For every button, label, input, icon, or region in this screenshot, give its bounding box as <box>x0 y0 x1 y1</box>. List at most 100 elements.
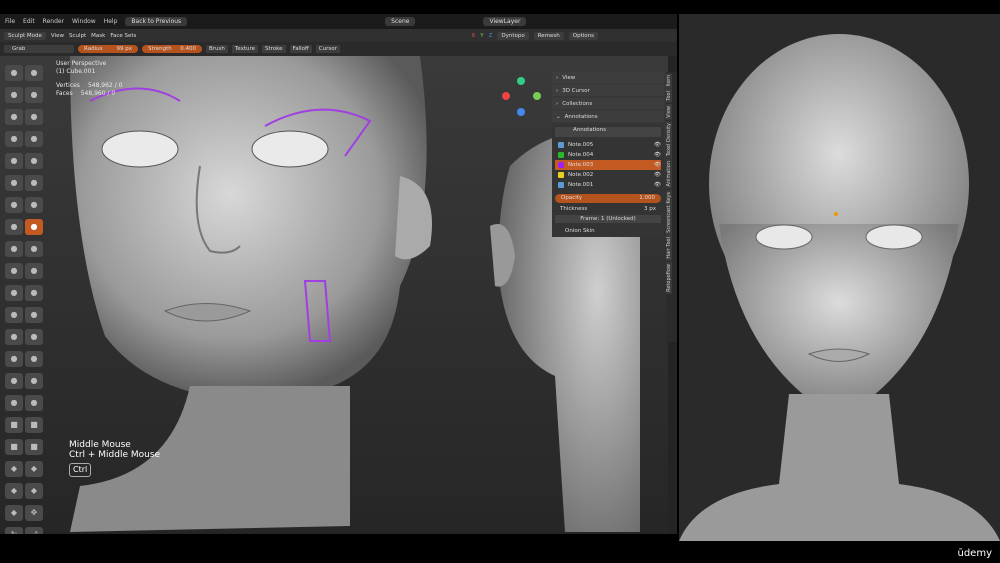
brush-name[interactable]: Grab <box>4 45 74 53</box>
color-filter-icon[interactable]: ◆ <box>5 483 23 499</box>
scale-icon[interactable]: ⤢ <box>25 527 43 534</box>
smear-brush-icon[interactable]: ● <box>5 395 23 411</box>
menu-face-sets[interactable]: Face Sets <box>110 33 136 39</box>
strength-slider[interactable]: Strength 0.400 <box>142 45 202 53</box>
falloff-menu[interactable]: Falloff <box>289 45 312 53</box>
panel-collections-header[interactable]: › Collections <box>552 98 664 109</box>
grab-brush-icon[interactable]: ● <box>25 219 43 235</box>
thickness-field[interactable]: Thickness 3 px <box>555 206 661 212</box>
opacity-slider[interactable]: Opacity 1.000 <box>555 194 661 203</box>
texture-menu[interactable]: Texture <box>231 45 259 53</box>
tab-tool[interactable]: Tool <box>666 89 672 104</box>
menu-view[interactable]: View <box>51 33 64 39</box>
tab-animation[interactable]: Animation <box>666 159 672 189</box>
frame-field[interactable]: Frame: 1 (Unlocked) <box>555 215 661 223</box>
layer-brush-icon[interactable]: ● <box>25 109 43 125</box>
layer-color-swatch[interactable] <box>558 172 564 178</box>
annotation-datablock[interactable]: Annotations <box>555 127 661 137</box>
smooth-brush-icon[interactable]: ● <box>25 153 43 169</box>
menu-edit[interactable]: Edit <box>23 18 35 25</box>
draw-face-sets-icon[interactable]: ● <box>25 351 43 367</box>
menu-sculpt[interactable]: Sculpt <box>69 33 86 39</box>
line-project-icon[interactable]: ■ <box>25 439 43 455</box>
box-trim-icon[interactable]: ■ <box>5 439 23 455</box>
layer-color-swatch[interactable] <box>558 162 564 168</box>
nudge-brush-icon[interactable]: ● <box>5 285 23 301</box>
box-face-set-icon[interactable]: ■ <box>25 417 43 433</box>
move-icon[interactable]: ✥ <box>25 505 43 521</box>
layer-color-swatch[interactable] <box>558 152 564 158</box>
annotation-layer-row[interactable]: Note.002 👁 <box>555 170 661 180</box>
brush-menu[interactable]: Brush <box>206 45 228 53</box>
annotation-layer-row[interactable]: Note.004 👁 <box>555 150 661 160</box>
tab-retopoflow[interactable]: Retopoflow <box>666 261 672 294</box>
dyntopo-menu[interactable]: Dyntopo <box>497 31 529 40</box>
panel-view-header[interactable]: › View <box>552 72 664 83</box>
eye-icon[interactable]: 👁 <box>654 142 661 148</box>
draw-brush-icon[interactable]: ● <box>5 65 23 81</box>
options-menu[interactable]: Options <box>568 31 599 40</box>
axis-y[interactable]: Y <box>480 33 483 39</box>
scene-selector[interactable]: Scene <box>385 17 416 26</box>
stroke-menu[interactable]: Stroke <box>262 45 286 53</box>
tab-texel-density[interactable]: Texel Density <box>666 120 672 159</box>
box-mask-icon[interactable]: ● <box>25 395 43 411</box>
radius-slider[interactable]: Radius 99 px <box>78 45 138 53</box>
onion-skin-toggle[interactable]: Onion Skin <box>555 228 661 234</box>
mask-brush-icon[interactable]: ● <box>5 351 23 367</box>
layer-color-swatch[interactable] <box>558 142 564 148</box>
menu-help[interactable]: Help <box>104 18 118 25</box>
flatten-brush-icon[interactable]: ● <box>5 175 23 191</box>
eye-icon[interactable]: 👁 <box>654 152 661 158</box>
clay-thumb-brush-icon[interactable]: ● <box>5 109 23 125</box>
cloth-filter-icon[interactable]: ◆ <box>25 461 43 477</box>
tab-view[interactable]: View <box>666 104 672 120</box>
eye-icon[interactable]: 👁 <box>654 182 661 188</box>
layer-color-swatch[interactable] <box>558 182 564 188</box>
menu-file[interactable]: File <box>5 18 15 25</box>
snake-hook-icon[interactable]: ● <box>25 241 43 257</box>
clay-brush-icon[interactable]: ● <box>5 87 23 103</box>
back-to-previous-button[interactable]: Back to Previous <box>125 17 188 26</box>
menu-window[interactable]: Window <box>72 18 96 25</box>
menu-render[interactable]: Render <box>43 18 64 25</box>
simplify-brush-icon[interactable]: ● <box>25 329 43 345</box>
blob-brush-icon[interactable]: ● <box>25 131 43 147</box>
pinch-brush-icon[interactable]: ● <box>5 219 23 235</box>
thumb-brush-icon[interactable]: ● <box>5 263 23 279</box>
tab-hair-tool[interactable]: Hair Tool <box>666 235 672 261</box>
crease-brush-icon[interactable]: ● <box>5 153 23 169</box>
rotate-icon[interactable]: ↻ <box>5 527 23 534</box>
mesh-filter-icon[interactable]: ◆ <box>5 461 23 477</box>
panel-annotations-header[interactable]: ⌄ Annotations <box>552 111 664 122</box>
view-layer-selector[interactable]: ViewLayer <box>483 17 527 26</box>
paint-brush-icon[interactable]: ● <box>25 373 43 389</box>
multires-displacement-icon[interactable]: ● <box>5 373 23 389</box>
mask-by-color-icon[interactable]: ◆ <box>5 505 23 521</box>
remesh-menu[interactable]: Remesh <box>533 31 564 40</box>
draw-sharp-brush-icon[interactable]: ● <box>25 65 43 81</box>
elastic-deform-icon[interactable]: ● <box>5 241 23 257</box>
axis-z[interactable]: Z <box>489 33 493 39</box>
slide-relax-icon[interactable]: ● <box>5 307 23 323</box>
box-hide-icon[interactable]: ■ <box>5 417 23 433</box>
mode-selector[interactable]: Sculpt Mode <box>4 31 46 40</box>
cursor-menu[interactable]: Cursor <box>315 45 340 53</box>
eye-icon[interactable]: 👁 <box>654 162 661 168</box>
pose-brush-icon[interactable]: ● <box>25 263 43 279</box>
axis-x[interactable]: X <box>471 33 475 39</box>
panel-3d-cursor-header[interactable]: › 3D Cursor <box>552 85 664 96</box>
rotate-brush-icon[interactable]: ● <box>25 285 43 301</box>
eye-icon[interactable]: 👁 <box>654 172 661 178</box>
cloth-brush-icon[interactable]: ● <box>5 329 23 345</box>
multiplane-scrape-icon[interactable]: ● <box>25 197 43 213</box>
tab-screencast-keys[interactable]: Screencast Keys <box>666 189 672 235</box>
inflate-brush-icon[interactable]: ● <box>5 131 23 147</box>
scrape-brush-icon[interactable]: ● <box>5 197 23 213</box>
fill-brush-icon[interactable]: ● <box>25 175 43 191</box>
clay-strips-brush-icon[interactable]: ● <box>25 87 43 103</box>
boundary-brush-icon[interactable]: ● <box>25 307 43 323</box>
annotation-layer-row[interactable]: Note.003 👁 <box>555 160 661 170</box>
annotation-layer-row[interactable]: Note.005 👁 <box>555 140 661 150</box>
tab-item[interactable]: Item <box>666 73 672 89</box>
